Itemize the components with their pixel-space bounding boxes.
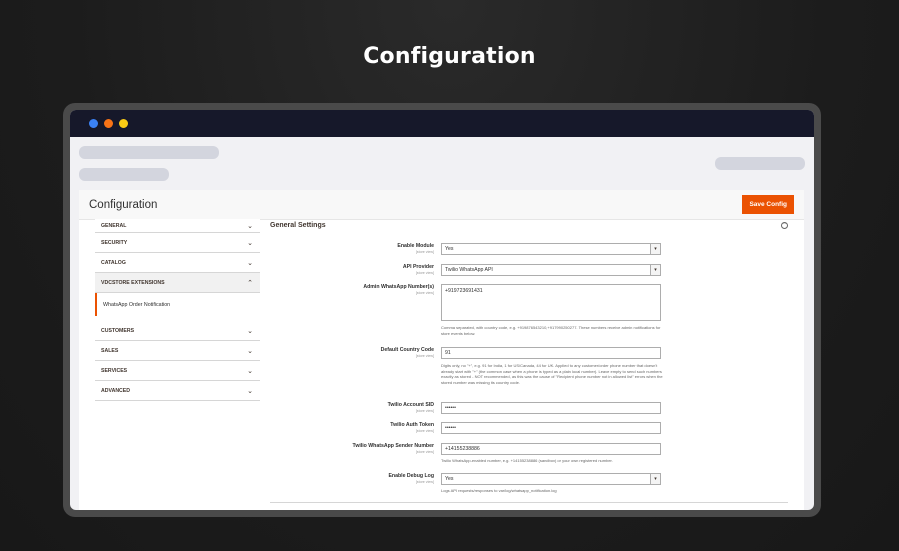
- label-text: Default Country Code: [380, 347, 434, 353]
- sidebar-item-label: SALES: [101, 347, 119, 354]
- scope-text: [store view]: [415, 291, 434, 295]
- field-label: Default Country Code [store view]: [381, 347, 434, 358]
- save-config-button[interactable]: Save Config: [742, 195, 794, 214]
- field-label: Enable Debug Log [store view]: [388, 473, 434, 484]
- enable-module-select[interactable]: Yes ▾: [441, 243, 661, 255]
- field-note: Logs API requests/responses to var/log/w…: [441, 488, 557, 493]
- account-sid-input[interactable]: ••••••: [441, 402, 661, 414]
- field-label: Enable Module [store view]: [397, 243, 434, 254]
- page-header: Configuration Save Config: [79, 190, 804, 220]
- close-window-dot[interactable]: [89, 119, 98, 128]
- scope-text: [store view]: [415, 480, 434, 484]
- scope-text: [store view]: [415, 354, 434, 358]
- maximize-window-dot[interactable]: [119, 119, 128, 128]
- input-value: 91: [445, 350, 451, 356]
- browser-window: Configuration Save Config GENERAL ⌄ SECU…: [70, 110, 814, 510]
- scope-text: [store view]: [415, 409, 434, 413]
- page-title: Configuration: [89, 198, 158, 211]
- sidebar-item-security[interactable]: SECURITY ⌄: [95, 233, 260, 253]
- collapse-icon[interactable]: ⌃: [781, 221, 788, 229]
- chevron-down-icon: ⌄: [247, 259, 253, 267]
- scope-text: [store view]: [415, 429, 434, 433]
- hero-title: Configuration: [363, 44, 536, 69]
- sidebar-item-label: VDCSTORE EXTENSIONS: [101, 279, 165, 286]
- field-note: Twilio WhatsApp-enabled number, e.g. +14…: [441, 458, 613, 463]
- api-provider-select[interactable]: Twilio WhatsApp API ▾: [441, 264, 661, 276]
- label-text: Enable Debug Log: [388, 473, 434, 479]
- section-divider: [270, 502, 788, 503]
- sidebar-item-label: CUSTOMERS: [101, 327, 135, 334]
- field-label: API Provider [store view]: [403, 264, 434, 275]
- input-value: +14155238886: [445, 446, 480, 452]
- auth-token-input[interactable]: ••••••: [441, 422, 661, 434]
- select-arrow-icon: ▾: [650, 244, 660, 254]
- sidebar-item-vdcstore-extensions[interactable]: VDCSTORE EXTENSIONS ⌃: [95, 273, 260, 293]
- config-content: General Settings ⌃ Enable Module [store …: [270, 219, 788, 493]
- section-general-settings[interactable]: General Settings ⌃: [270, 219, 788, 231]
- sidebar-item-label: SECURITY: [101, 239, 128, 246]
- sidebar-item-services[interactable]: SERVICES ⌄: [95, 361, 260, 381]
- sender-number-input[interactable]: +14155238886: [441, 443, 661, 455]
- sidebar-item-label: GENERAL: [101, 222, 127, 229]
- field-note: Digits only, no "+", e.g. 91 for India, …: [441, 363, 663, 385]
- field-note: Comma separated, with country code, e.g.…: [441, 325, 661, 336]
- scope-text: [store view]: [415, 250, 434, 254]
- select-value: Yes: [445, 476, 454, 482]
- config-sidebar: GENERAL ⌄ SECURITY ⌄ CATALOG ⌄ VDCSTORE …: [95, 219, 260, 401]
- label-text: Twilio WhatsApp Sender Number: [352, 443, 434, 449]
- select-value: Twilio WhatsApp API: [445, 267, 493, 273]
- select-arrow-icon: ▾: [650, 474, 660, 484]
- admin-numbers-textarea[interactable]: +919723691431: [441, 284, 661, 321]
- chevron-down-icon: ⌄: [247, 327, 253, 335]
- chevron-down-icon: ⌄: [247, 222, 253, 230]
- field-label: Twilio WhatsApp Sender Number [store vie…: [353, 443, 434, 454]
- chevron-down-icon: ⌄: [247, 239, 253, 247]
- input-value: ••••••: [445, 405, 456, 411]
- field-label: Twilio Account SID [store view]: [388, 402, 434, 413]
- label-text: Twilio Account SID: [387, 402, 434, 408]
- skeleton-bar: [79, 168, 169, 181]
- sidebar-item-label: ADVANCED: [101, 387, 131, 394]
- textarea-value: +919723691431: [445, 288, 483, 294]
- country-code-input[interactable]: 91: [441, 347, 661, 359]
- sidebar-subitem-whatsapp-order-notification[interactable]: WhatsApp Order Notification: [95, 293, 260, 316]
- sidebar-item-general[interactable]: GENERAL ⌄: [95, 219, 260, 233]
- window-titlebar: [70, 110, 814, 137]
- chevron-down-icon: ⌄: [247, 387, 253, 395]
- scope-text: [store view]: [415, 271, 434, 275]
- sidebar-item-customers[interactable]: CUSTOMERS ⌄: [95, 321, 260, 341]
- sidebar-item-sales[interactable]: SALES ⌄: [95, 341, 260, 361]
- sidebar-item-advanced[interactable]: ADVANCED ⌄: [95, 381, 260, 401]
- field-label: Admin WhatsApp Number(s) [store view]: [363, 284, 434, 295]
- sidebar-item-label: SERVICES: [101, 367, 128, 374]
- sidebar-item-label: CATALOG: [101, 259, 126, 266]
- chevron-up-icon: ⌃: [247, 279, 253, 287]
- chevron-down-icon: ⌄: [247, 347, 253, 355]
- section-title: General Settings: [270, 221, 326, 229]
- debug-log-select[interactable]: Yes ▾: [441, 473, 661, 485]
- label-text: Twilio Auth Token: [390, 422, 434, 428]
- label-text: API Provider: [402, 264, 434, 270]
- skeleton-bar: [715, 157, 805, 170]
- input-value: ••••••: [445, 425, 456, 431]
- label-text: Enable Module: [397, 243, 434, 249]
- browser-frame: Configuration Save Config GENERAL ⌄ SECU…: [63, 103, 821, 517]
- select-value: Yes: [445, 246, 454, 252]
- select-arrow-icon: ▾: [650, 265, 660, 275]
- label-text: Admin WhatsApp Number(s): [363, 284, 434, 290]
- sidebar-item-catalog[interactable]: CATALOG ⌄: [95, 253, 260, 273]
- scope-text: [store view]: [415, 450, 434, 454]
- field-label: Twilio Auth Token [store view]: [390, 422, 434, 433]
- minimize-window-dot[interactable]: [104, 119, 113, 128]
- admin-page: Configuration Save Config GENERAL ⌄ SECU…: [79, 190, 804, 510]
- skeleton-bar: [79, 146, 219, 159]
- chevron-down-icon: ⌄: [247, 367, 253, 375]
